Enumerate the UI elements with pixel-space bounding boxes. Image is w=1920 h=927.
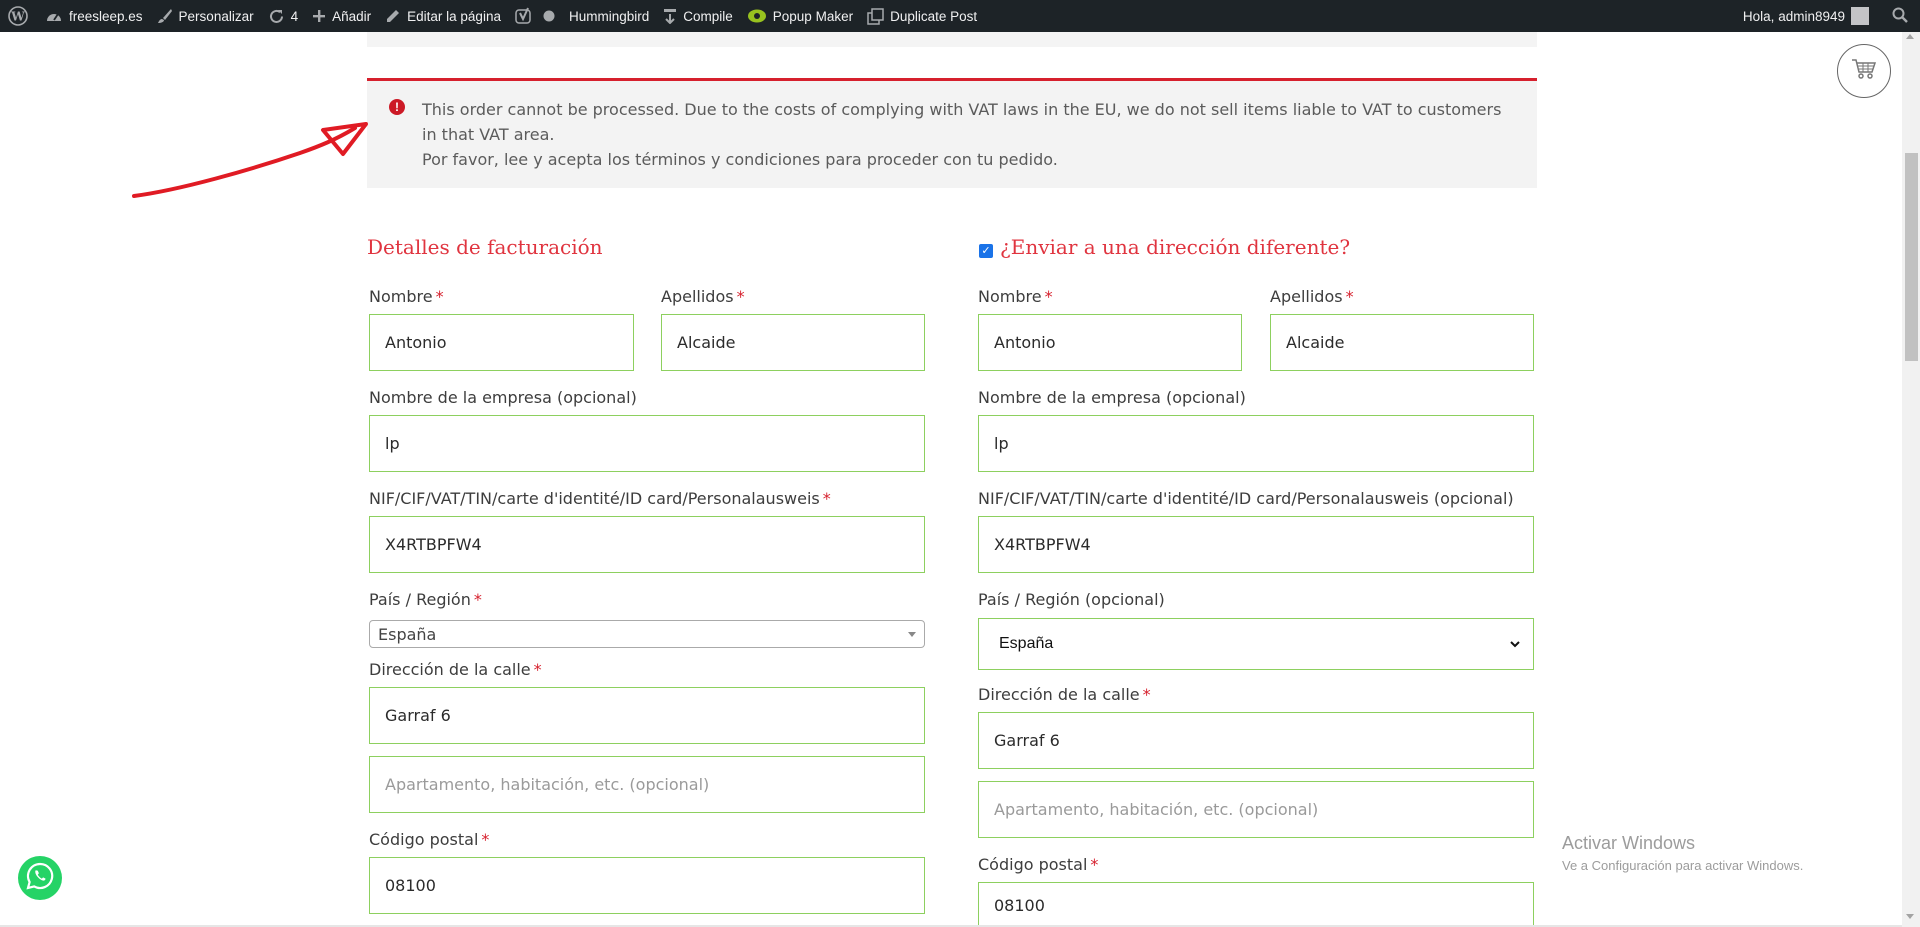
ship-different-checkbox[interactable]: ✓	[979, 244, 993, 258]
billing-first-name-input[interactable]: Antonio	[369, 314, 634, 371]
billing-address2-input[interactable]: Apartamento, habitación, etc. (opcional)	[369, 756, 925, 813]
billing-country-label-text: País / Región	[369, 590, 471, 609]
shipping-address-label: Dirección de la calle *	[978, 685, 1151, 704]
billing-postcode-label-text: Código postal	[369, 830, 479, 849]
shipping-address2-input[interactable]: Apartamento, habitación, etc. (opcional)	[978, 781, 1534, 838]
whatsapp-button[interactable]	[18, 856, 62, 900]
windows-activation-watermark: Activar Windows Ve a Configuración para …	[1562, 833, 1803, 873]
shipping-postcode-label: Código postal *	[978, 855, 1098, 874]
required-mark: *	[1142, 685, 1151, 704]
annotation-arrow	[132, 122, 368, 198]
caret-down-icon	[908, 632, 916, 637]
shipping-first-name-input[interactable]: Antonio	[978, 314, 1242, 371]
billing-last-name-label: Apellidos *	[661, 287, 745, 306]
shipping-first-name-label: Nombre *	[978, 287, 1053, 306]
required-mark: *	[822, 489, 831, 508]
scrollbar-thumb[interactable]	[1905, 153, 1918, 361]
shipping-address-label-text: Dirección de la calle	[978, 685, 1140, 704]
billing-country-value: España	[378, 624, 437, 644]
shipping-country-label: País / Región (opcional)	[978, 590, 1165, 609]
required-mark: *	[1044, 287, 1053, 306]
billing-company-label: Nombre de la empresa (opcional)	[369, 388, 637, 407]
shipping-company-label: Nombre de la empresa (opcional)	[978, 388, 1246, 407]
required-mark: *	[1090, 855, 1099, 874]
chevron-down-icon	[1509, 637, 1521, 655]
billing-heading: Detalles de facturación	[367, 235, 603, 259]
shipping-vat-input[interactable]: X4RTBPFW4	[978, 516, 1534, 573]
shipping-company-input[interactable]: lp	[978, 415, 1534, 472]
billing-first-name-label: Nombre *	[369, 287, 444, 306]
required-mark: *	[473, 590, 482, 609]
shipping-postcode-input[interactable]: 08100	[978, 882, 1534, 927]
shipping-country-select[interactable]: España	[978, 618, 1534, 670]
billing-country-select[interactable]: España	[369, 620, 925, 648]
required-mark: *	[533, 660, 542, 679]
shipping-last-name-label: Apellidos *	[1270, 287, 1354, 306]
shipping-heading[interactable]: ¿Enviar a una dirección diferente?	[1000, 235, 1350, 259]
page: W freesleep.es Personalizar 4 Añadir Edi…	[0, 0, 1920, 927]
watermark-subtitle: Ve a Configuración para activar Windows.	[1562, 858, 1804, 873]
billing-last-name-label-text: Apellidos	[661, 287, 734, 306]
billing-address-label-text: Dirección de la calle	[369, 660, 531, 679]
billing-postcode-label: Código postal *	[369, 830, 489, 849]
watermark-title: Activar Windows	[1562, 833, 1696, 853]
shipping-last-name-input[interactable]: Alcaide	[1270, 314, 1534, 371]
billing-vat-input[interactable]: X4RTBPFW4	[369, 516, 925, 573]
billing-vat-label-text: NIF/CIF/VAT/TIN/carte d'identité/ID card…	[369, 489, 820, 508]
billing-company-input[interactable]: lp	[369, 415, 925, 472]
scroll-up-arrow-icon[interactable]	[1906, 34, 1914, 39]
cart-icon	[1851, 58, 1877, 84]
shipping-first-name-label-text: Nombre	[978, 287, 1042, 306]
billing-first-name-label-text: Nombre	[369, 287, 433, 306]
billing-vat-label: NIF/CIF/VAT/TIN/carte d'identité/ID card…	[369, 489, 831, 508]
shipping-postcode-label-text: Código postal	[978, 855, 1088, 874]
scroll-down-arrow-icon[interactable]	[1906, 914, 1914, 919]
billing-country-label: País / Región *	[369, 590, 482, 609]
shipping-vat-label: NIF/CIF/VAT/TIN/carte d'identité/ID card…	[978, 489, 1514, 508]
required-mark: *	[1345, 287, 1354, 306]
billing-address-label: Dirección de la calle *	[369, 660, 542, 679]
billing-address1-input[interactable]: Garraf 6	[369, 687, 925, 744]
shipping-last-name-label-text: Apellidos	[1270, 287, 1343, 306]
shipping-country-value: España	[999, 635, 1054, 652]
shipping-address1-input[interactable]: Garraf 6	[978, 712, 1534, 769]
required-mark: *	[736, 287, 745, 306]
whatsapp-icon	[25, 861, 55, 895]
billing-postcode-input[interactable]: 08100	[369, 857, 925, 914]
billing-last-name-input[interactable]: Alcaide	[661, 314, 925, 371]
required-mark: *	[481, 830, 490, 849]
cart-button[interactable]	[1837, 44, 1891, 98]
required-mark: *	[435, 287, 444, 306]
